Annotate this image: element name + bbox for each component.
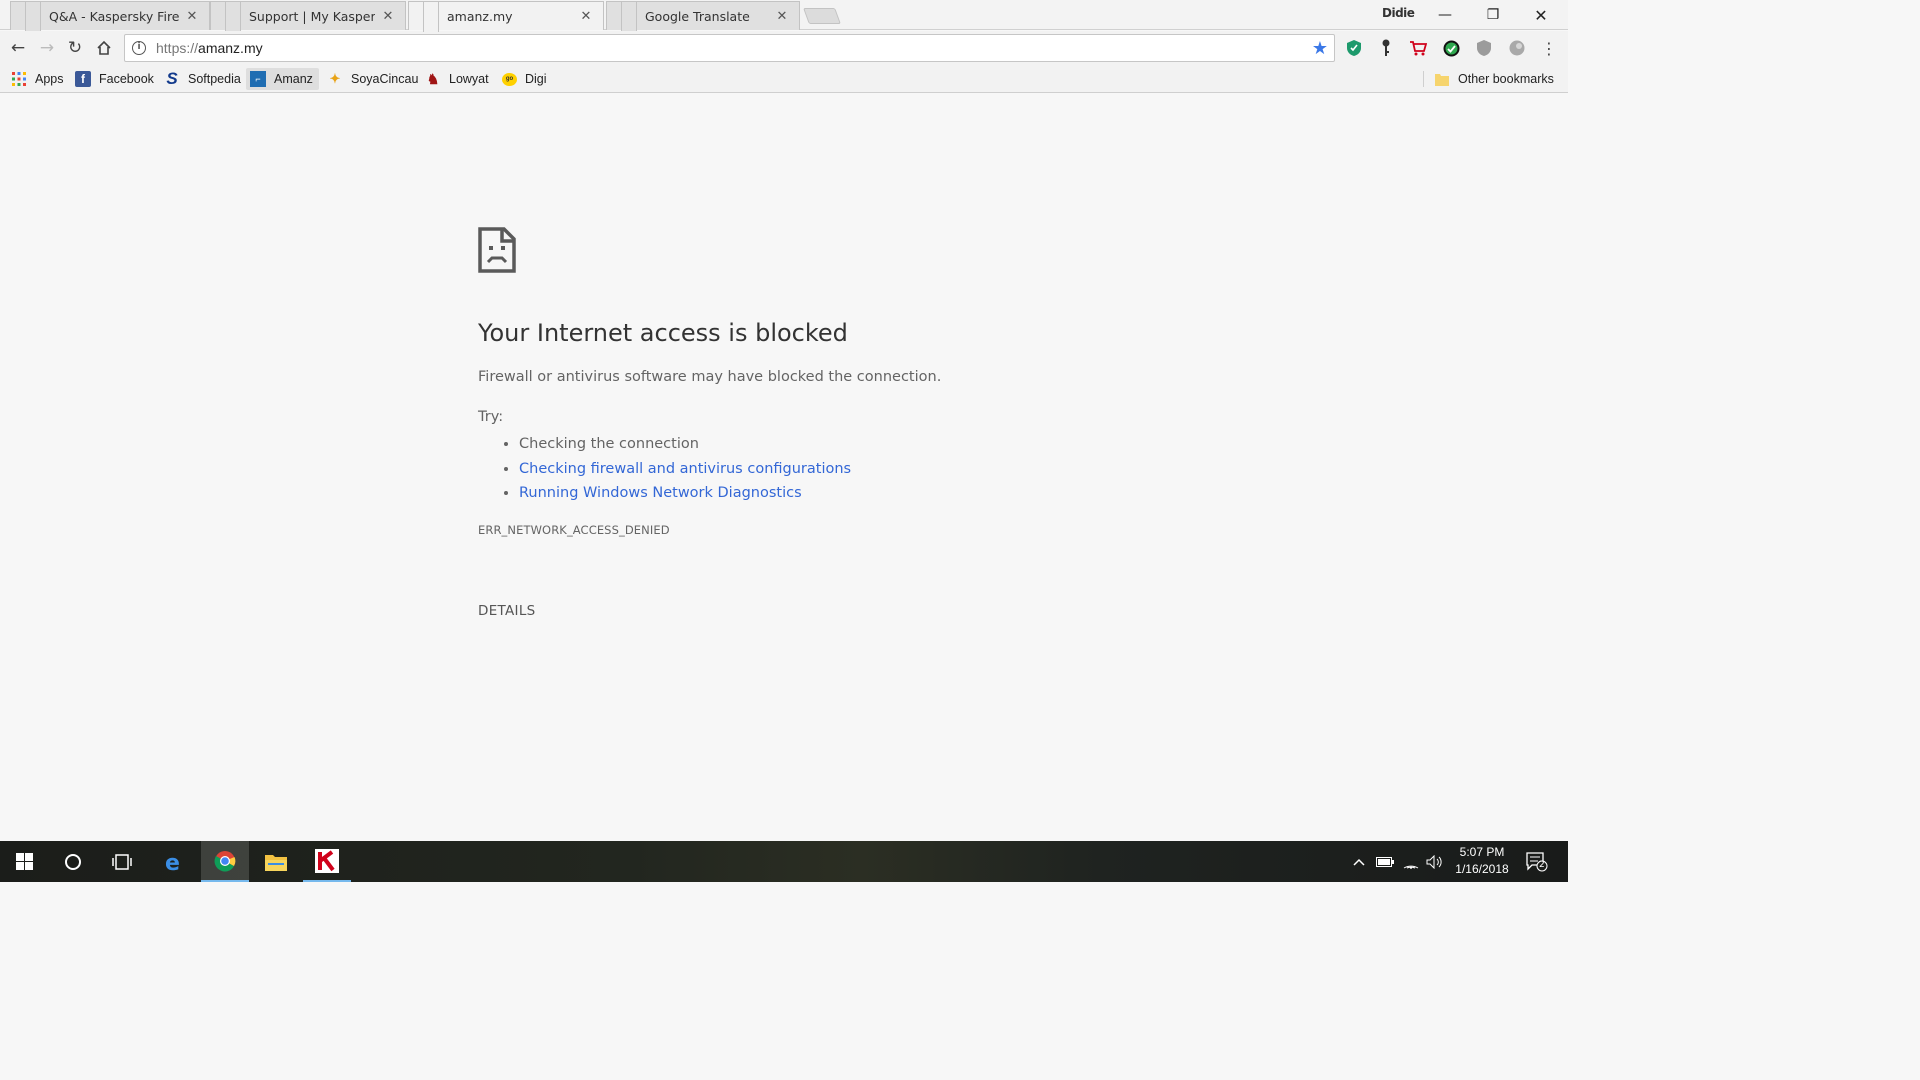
check-circle-icon[interactable] (1442, 39, 1460, 57)
cortana-search-icon[interactable] (49, 841, 97, 882)
tab-support-kaspersky[interactable]: Support | My Kaspersky ✕ (210, 1, 406, 32)
tab-close-icon[interactable]: ✕ (381, 9, 395, 24)
password-key-icon[interactable] (1377, 39, 1395, 57)
bookmark-label: Lowyat (449, 72, 489, 86)
url-text[interactable]: https://amanz.my (156, 40, 263, 56)
address-bar[interactable]: i https://amanz.my ★ (124, 34, 1335, 62)
bookmarks-separator (1423, 71, 1424, 87)
minimize-icon[interactable]: — (1422, 0, 1468, 30)
bookmark-label: Apps (35, 72, 64, 86)
tab-close-icon[interactable]: ✕ (579, 9, 593, 24)
kaspersky-k-icon (226, 9, 238, 23)
error-title: Your Internet access is blocked (478, 319, 848, 347)
tab-amanz[interactable]: amanz.my ✕ (408, 1, 604, 32)
bookmarks-bar: Apps f Facebook S Softpedia ⌐ Amanz ✦ So… (0, 65, 1568, 93)
home-icon[interactable] (93, 37, 115, 59)
bookmark-label: Softpedia (188, 72, 241, 86)
profile-name[interactable]: Didie (1382, 6, 1415, 20)
tab-close-icon[interactable]: ✕ (775, 9, 789, 24)
error-description: Firewall or antivirus software may have … (478, 369, 942, 385)
svg-text:G: G (624, 12, 629, 20)
site-info-icon[interactable]: i (132, 41, 146, 55)
bookmark-other[interactable]: Other bookmarks (1430, 68, 1558, 90)
forward-icon[interactable]: → (36, 37, 58, 59)
tab-close-icon[interactable]: ✕ (185, 9, 199, 24)
bookmark-label: SoyaCincau (351, 72, 419, 86)
restore-icon[interactable]: ❐ (1470, 0, 1516, 30)
taskbar-clock[interactable]: 5:07 PM 1/16/2018 (1446, 844, 1518, 878)
globe-extension-icon[interactable] (1508, 39, 1526, 57)
tab-title: Support | My Kaspersky (249, 8, 375, 24)
new-tab-button[interactable] (803, 8, 841, 24)
bookmark-amanz[interactable]: ⌐ Amanz (246, 68, 319, 90)
bookmark-lowyat[interactable]: ♞ Lowyat (421, 68, 493, 90)
facebook-icon: f (75, 71, 91, 87)
details-button[interactable]: DETAILS (478, 603, 536, 619)
bookmark-label: Facebook (99, 72, 154, 86)
bookmark-label: Digi (525, 72, 547, 86)
clock-date: 1/16/2018 (1455, 862, 1509, 876)
bookmark-label: Other bookmarks (1458, 72, 1554, 86)
apps-grid-icon (11, 71, 27, 87)
task-view-icon[interactable] (98, 841, 146, 882)
kaspersky-qa-icon (26, 9, 40, 23)
firewall-config-link[interactable]: Checking firewall and antivirus configur… (519, 461, 851, 477)
close-window-icon[interactable]: ✕ (1518, 0, 1564, 30)
chrome-taskbar-icon[interactable] (201, 841, 249, 882)
bookmark-star-icon[interactable]: ★ (1312, 38, 1328, 59)
kaspersky-taskbar-icon[interactable] (303, 841, 351, 882)
bookmark-apps[interactable]: Apps (7, 68, 68, 90)
wifi-icon[interactable] (1400, 841, 1422, 882)
edge-browser-icon[interactable]: e (150, 841, 198, 882)
tab-title: Q&A - Kaspersky Firewal (49, 8, 179, 24)
suggestion-diagnostics-link[interactable]: Running Windows Network Diagnostics (519, 481, 851, 506)
battery-icon[interactable] (1374, 841, 1396, 882)
tab-google-translate[interactable]: G Google Translate ✕ (606, 1, 800, 32)
reload-icon[interactable]: ↻ (64, 37, 86, 59)
soyacincau-icon: ✦ (329, 71, 341, 86)
start-windows-icon[interactable] (0, 841, 48, 882)
file-explorer-icon[interactable] (252, 841, 300, 882)
softpedia-icon: S (166, 69, 178, 88)
windows-taskbar: e 5:07 PM 1/16/2018 2 (0, 841, 1568, 882)
clock-time: 5:07 PM (1459, 845, 1505, 859)
tab-title: Google Translate (645, 8, 750, 24)
amanz-icon: ⌐ (250, 71, 266, 87)
browser-toolbar: ← → ↻ i https://amanz.my ★ ⋮ (0, 31, 1568, 65)
back-icon[interactable]: ← (7, 37, 29, 59)
tab-qa-kaspersky[interactable]: Q&A - Kaspersky Firewal ✕ (10, 1, 210, 32)
error-page: Your Internet access is blocked Firewall… (0, 93, 1568, 841)
error-code: ERR_NETWORK_ACCESS_DENIED (478, 523, 670, 537)
kaspersky-shield-icon[interactable] (1345, 39, 1363, 57)
network-diagnostics-link[interactable]: Running Windows Network Diagnostics (519, 485, 802, 501)
safe-money-cart-icon[interactable] (1409, 39, 1427, 57)
svg-text:e: e (165, 851, 180, 873)
suggestions-list: Checking the connection Checking firewal… (499, 432, 851, 506)
page-icon (425, 8, 437, 24)
tab-strip: Q&A - Kaspersky Firewal ✕ Support | My K… (0, 0, 1568, 32)
digi-icon: go (502, 72, 517, 86)
tab-title: amanz.my (447, 8, 513, 24)
bookmark-soyacincau[interactable]: ✦ SoyaCincau (323, 68, 422, 90)
menu-kebab-icon[interactable]: ⋮ (1540, 39, 1558, 58)
grey-shield-icon[interactable] (1475, 39, 1493, 57)
folder-icon (1434, 71, 1450, 87)
tray-overflow-chevron-icon[interactable] (1348, 841, 1370, 882)
suggestion-firewall-link[interactable]: Checking firewall and antivirus configur… (519, 457, 851, 482)
google-translate-icon: G (622, 9, 636, 23)
bookmark-facebook[interactable]: f Facebook (71, 68, 158, 90)
volume-icon[interactable] (1424, 841, 1446, 882)
lowyat-icon: ♞ (426, 70, 440, 87)
action-center-icon[interactable]: 2 (1522, 841, 1552, 882)
suggestion-check-connection: Checking the connection (519, 432, 851, 457)
bookmark-label: Amanz (274, 72, 313, 86)
bookmark-softpedia[interactable]: S Softpedia (160, 68, 245, 90)
notification-count: 2 (1539, 860, 1545, 870)
bookmark-digi[interactable]: go Digi (498, 68, 551, 90)
try-label: Try: (478, 409, 504, 425)
sad-page-icon (478, 227, 516, 273)
